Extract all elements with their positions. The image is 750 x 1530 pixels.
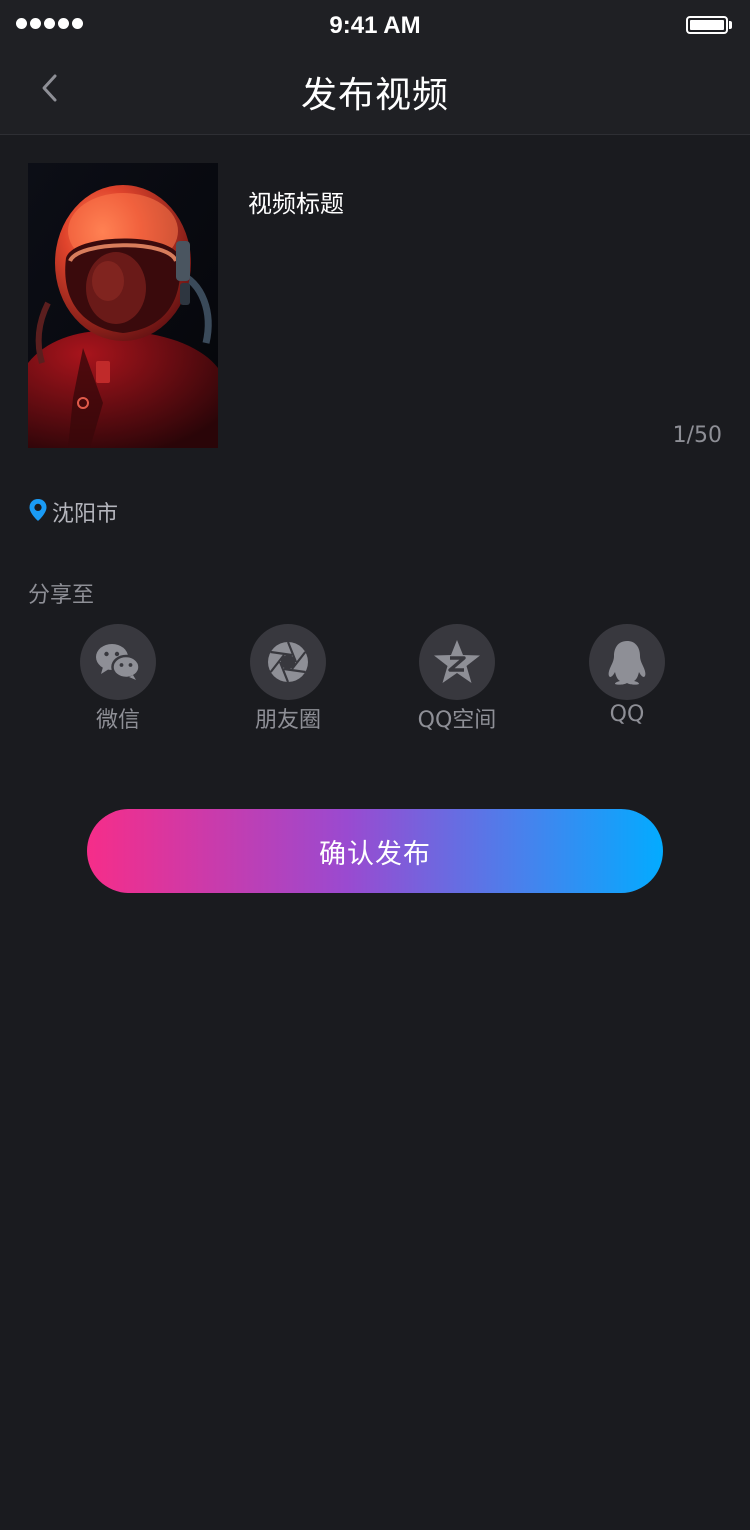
share-qzone-button[interactable]: QQ空间	[387, 624, 527, 734]
share-qzone-label: QQ空间	[417, 708, 497, 733]
location-text: 沈阳市	[52, 502, 119, 527]
page-title: 发布视频	[300, 75, 449, 116]
confirm-publish-button[interactable]: 确认发布	[87, 809, 663, 893]
video-cover-image[interactable]	[28, 163, 218, 448]
location-row[interactable]: 沈阳市	[28, 496, 118, 528]
share-moments-label: 朋友圈	[254, 708, 321, 733]
battery-tip	[729, 21, 732, 29]
qzone-star-icon	[419, 624, 495, 700]
battery-full-icon	[686, 16, 728, 34]
title-char-counter: 1/50	[672, 423, 722, 448]
map-pin-icon	[28, 498, 48, 526]
status-bar: 9:41 AM	[0, 0, 750, 54]
wechat-icon	[80, 624, 156, 700]
share-wechat-label: 微信	[95, 708, 140, 733]
share-moments-button[interactable]: 朋友圈	[218, 624, 358, 734]
share-wechat-button[interactable]: 微信	[48, 624, 188, 734]
status-time: 9:41 AM	[329, 12, 421, 39]
share-qq-label: QQ	[609, 702, 645, 727]
video-title-input[interactable]: 视频标题	[248, 184, 344, 219]
nav-bar: 发布视频	[0, 54, 750, 135]
qq-penguin-icon	[589, 624, 665, 700]
share-qq-button[interactable]: QQ	[557, 624, 697, 727]
share-label: 分享至	[28, 583, 95, 608]
moments-aperture-icon	[250, 624, 326, 700]
